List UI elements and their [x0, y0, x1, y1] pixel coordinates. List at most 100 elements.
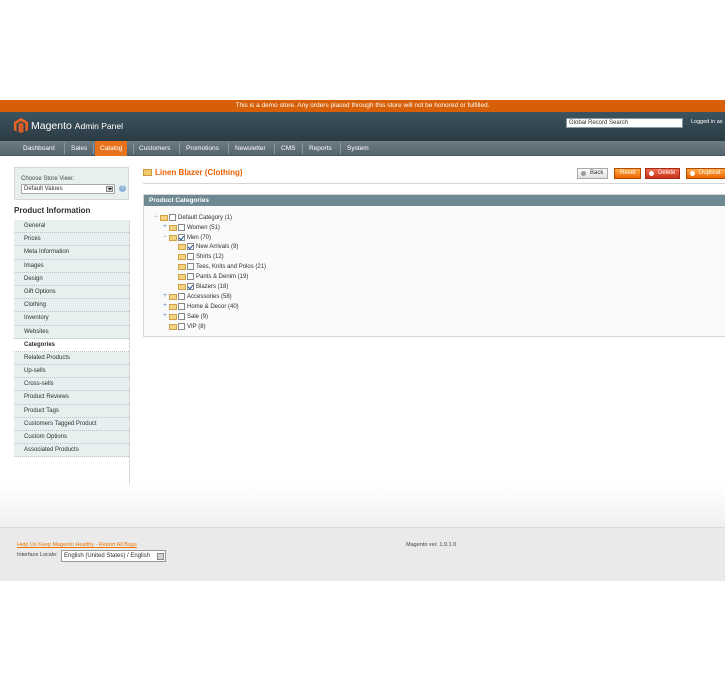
tab-general[interactable]: General [14, 220, 129, 234]
tab-design[interactable]: Design [14, 272, 129, 286]
folder-icon [169, 323, 177, 330]
product-tabs: General Prices Meta Information Images D… [14, 220, 129, 458]
help-icon[interactable]: ? [119, 185, 126, 192]
expand-icon[interactable]: + [162, 293, 168, 300]
tree-node-sale[interactable]: + Sale (9) [162, 312, 208, 321]
back-button[interactable]: Back [577, 168, 609, 179]
tree-node-new-arrivals[interactable]: New Arrivals (9) [171, 242, 238, 251]
nav-item-newsletter[interactable]: Newsletter [230, 141, 271, 156]
category-checkbox[interactable] [178, 224, 185, 231]
nav-divider [228, 143, 229, 154]
tab-associated-products[interactable]: Associated Products [14, 444, 129, 458]
nav-item-reports[interactable]: Reports [304, 141, 337, 156]
tree-node-tees-knits-polos[interactable]: Tees, Knits and Polos (21) [171, 262, 266, 271]
tab-websites[interactable]: Websites [14, 325, 129, 339]
demo-notice: This is a demo store. Any orders placed … [0, 100, 725, 112]
tab-cross-sells[interactable]: Cross-sells [14, 378, 129, 392]
product-icon [143, 169, 152, 176]
category-checkbox[interactable] [178, 313, 185, 320]
tree-node-label: Tees, Knits and Polos (21) [196, 263, 267, 270]
report-bugs-link[interactable]: Help Us Keep Magento Healthy - Report Al… [17, 542, 137, 548]
folder-icon [160, 214, 168, 221]
categories-fieldset: Product Categories − Default Category (1)… [143, 194, 725, 337]
expand-icon[interactable]: + [162, 303, 168, 310]
folder-icon [178, 263, 186, 270]
magento-logo-icon [14, 118, 28, 133]
category-checkbox[interactable] [178, 323, 185, 330]
logged-in-text: Logged in as [691, 119, 723, 125]
expand-icon[interactable]: + [162, 313, 168, 320]
tab-prices[interactable]: Prices [14, 233, 129, 247]
tree-node-vip[interactable]: VIP (8) [162, 322, 206, 331]
tab-related-products[interactable]: Related Products [14, 351, 129, 366]
tree-node-label: Pants & Denim (19) [196, 273, 249, 280]
tree-node-label: Shirts (12) [196, 253, 224, 260]
category-checkbox[interactable] [178, 303, 185, 310]
main-nav: Dashboard Sales Catalog Customers Promot… [0, 141, 725, 156]
interface-locale-select[interactable]: English (United States) / English [61, 550, 166, 562]
tree-node-default-category[interactable]: − Default Category (1) [153, 213, 232, 222]
tree-node-label: VIP (8) [187, 323, 206, 330]
tree-node-label: Sale (9) [187, 313, 209, 320]
nav-item-cms[interactable]: CMS [276, 141, 300, 156]
nav-item-customers[interactable]: Customers [134, 141, 175, 156]
category-checkbox[interactable] [187, 253, 194, 260]
reset-button[interactable]: Reset [614, 168, 641, 179]
tree-node-shirts[interactable]: Shirts (12) [171, 252, 224, 261]
duplicate-button[interactable]: Duplicat [686, 168, 725, 179]
tree-node-pants-denim[interactable]: Pants & Denim (19) [171, 272, 248, 281]
category-checkbox[interactable] [169, 214, 176, 221]
tab-custom-options[interactable]: Custom Options [14, 431, 129, 445]
folder-icon [169, 303, 177, 310]
nav-item-system[interactable]: System [342, 141, 374, 156]
category-checkbox[interactable] [178, 293, 185, 300]
nav-divider [302, 143, 303, 154]
magento-logo[interactable]: Magento Admin Panel [14, 118, 123, 133]
global-search-input[interactable]: Global Record Search [566, 118, 683, 128]
tab-categories[interactable]: Categories [14, 338, 129, 352]
tab-inventory[interactable]: Inventory [14, 312, 129, 326]
nav-item-sales[interactable]: Sales [66, 141, 92, 156]
nav-divider [64, 143, 65, 154]
tree-node-home-decor[interactable]: + Home & Decor (40) [162, 302, 239, 311]
tree-node-blazers[interactable]: Blazers (18) [171, 282, 228, 291]
folder-icon [169, 234, 177, 241]
tab-product-reviews[interactable]: Product Reviews [14, 391, 129, 405]
tab-product-tags[interactable]: Product Tags [14, 404, 129, 418]
nav-item-promotions[interactable]: Promotions [181, 141, 224, 156]
category-checkbox-checked[interactable] [187, 243, 194, 250]
nav-divider [340, 143, 341, 154]
tree-node-accessories[interactable]: + Accessories (58) [162, 292, 232, 301]
fieldset-title: Product Categories [144, 195, 725, 206]
tree-node-women[interactable]: + Women (51) [162, 223, 220, 232]
delete-icon [649, 171, 654, 176]
tab-images[interactable]: Images [14, 259, 129, 273]
collapse-icon[interactable]: − [153, 214, 159, 221]
sidebar-title: Product Information [14, 206, 91, 215]
expand-icon[interactable]: + [162, 224, 168, 231]
tab-up-sells[interactable]: Up-sells [14, 365, 129, 379]
folder-icon [178, 243, 186, 250]
delete-button[interactable]: Delete [645, 168, 681, 179]
nav-item-dashboard[interactable]: Dashboard [18, 141, 60, 156]
nav-item-catalog[interactable]: Catalog [95, 141, 128, 156]
category-checkbox[interactable] [187, 263, 194, 270]
locale-label: Interface Locale: [17, 552, 58, 558]
tree-node-men[interactable]: − Men (70) [162, 233, 211, 242]
chevron-down-icon [157, 553, 164, 560]
tab-gift-options[interactable]: Gift Options [14, 285, 129, 300]
logo-subtitle: Admin Panel [74, 120, 123, 131]
store-view-select[interactable]: Default Values [21, 184, 115, 194]
tab-meta-information[interactable]: Meta Information [14, 246, 129, 260]
collapse-icon[interactable]: − [162, 234, 168, 241]
category-checkbox[interactable] [187, 273, 194, 280]
tab-customers-tagged-product[interactable]: Customers Tagged Product [14, 417, 129, 431]
category-checkbox-checked[interactable] [187, 283, 194, 290]
tab-clothing[interactable]: Clothing [14, 299, 129, 313]
category-checkbox-checked[interactable] [178, 234, 185, 241]
tree-node-label: New Arrivals (9) [196, 243, 239, 250]
